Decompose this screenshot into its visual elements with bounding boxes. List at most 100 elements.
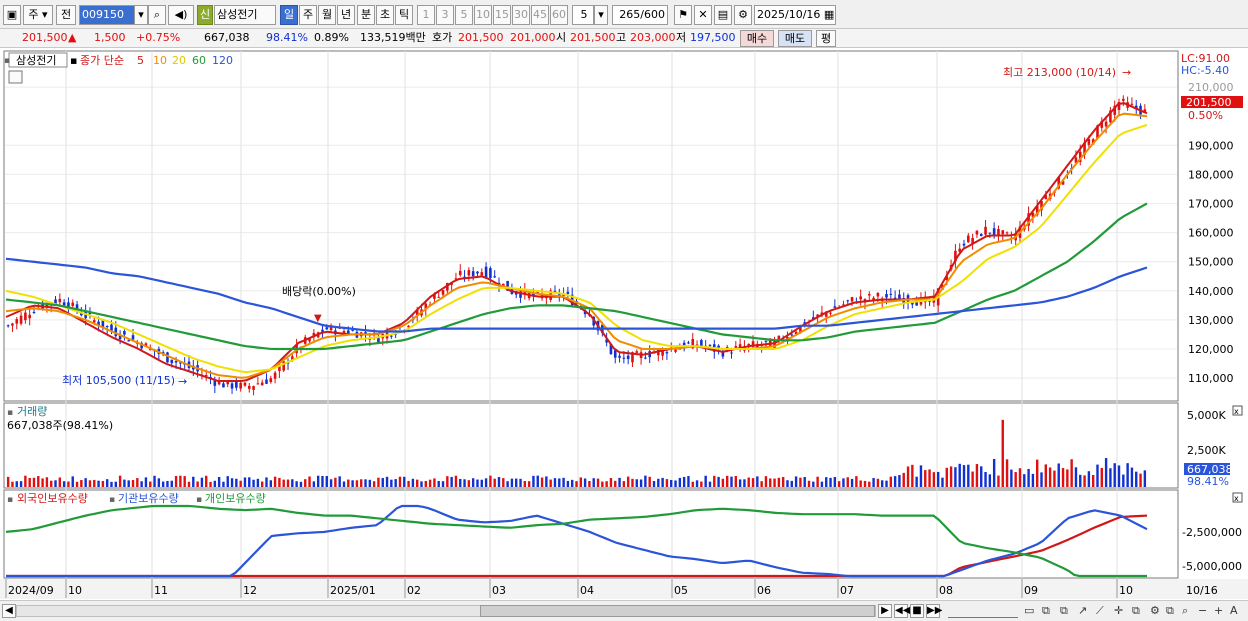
candle-body (622, 357, 626, 359)
volume-bar (975, 464, 979, 487)
volume-bar (394, 479, 397, 487)
volume-bar (941, 477, 944, 487)
window-icon-2[interactable]: ⧉ (1042, 604, 1050, 618)
window-icon-3[interactable]: ⧉ (1060, 604, 1068, 618)
zoom-in-icon[interactable]: + (1214, 604, 1223, 618)
minute-option-1[interactable]: 1 (417, 5, 435, 25)
sell-button[interactable]: 매도 (778, 30, 812, 47)
candle-body (889, 293, 893, 295)
x-axis-label: 02 (407, 584, 421, 597)
minute-option-30[interactable]: 30 (512, 5, 530, 25)
eval-button[interactable]: 평 (816, 30, 836, 47)
price-y-label: 150,000 (1188, 256, 1234, 269)
window-icon-1[interactable]: ▭ (1024, 604, 1034, 618)
volume-bar (721, 478, 725, 487)
interval-second[interactable]: 초 (376, 5, 394, 25)
save-icon[interactable]: ▤ (714, 5, 732, 25)
candle-body (265, 379, 268, 384)
fast-forward-icon[interactable]: ▶▶ (926, 604, 942, 618)
table-view-icon[interactable] (8, 70, 23, 84)
candle-body (967, 235, 970, 243)
count-input[interactable]: 5 (572, 5, 594, 25)
volume-bar (738, 479, 742, 487)
volume-bar (54, 480, 57, 487)
period-type-button[interactable]: 전 (56, 5, 76, 25)
candle-body (700, 340, 703, 346)
chart-area[interactable]: ▪ 삼성전기 ▪ 종가 단순 5 10 20 60 120 최고 213,000… (0, 48, 1248, 600)
bars-count[interactable]: 265/600 (612, 5, 668, 25)
sound-icon[interactable]: ◀) (168, 5, 194, 25)
volume-bar (820, 481, 824, 487)
volume-bar (558, 478, 561, 487)
code-dropdown-icon[interactable]: ▾ (134, 5, 148, 25)
interval-year[interactable]: 년 (337, 5, 355, 25)
volume-bar (174, 475, 178, 487)
chart-svg[interactable]: ▪ 삼성전기 ▪ 종가 단순 5 10 20 60 120 최고 213,000… (0, 48, 1248, 600)
stop-icon[interactable]: ■ (910, 604, 924, 618)
candle-body (11, 323, 14, 326)
volume-bar (781, 477, 785, 487)
search-icon[interactable]: ⌕ (148, 5, 166, 25)
dividend-annotation: 배당락(0.00%) (282, 285, 356, 298)
volume-bar (1023, 474, 1026, 487)
volume-bar (441, 481, 445, 487)
price-y-label: 160,000 (1188, 227, 1234, 240)
volume-bar (329, 479, 333, 487)
scroll-left-icon[interactable]: ◀ (2, 604, 16, 618)
rewind-icon[interactable]: ◀◀ (894, 604, 910, 618)
volume-bar (489, 475, 492, 487)
volume-bar (97, 480, 100, 487)
volume-bar (484, 478, 488, 487)
volume-bar (769, 478, 772, 487)
volume-bar (222, 481, 225, 487)
copy-icon[interactable]: ⧉ (1166, 604, 1174, 618)
font-size-icon[interactable]: A (1230, 604, 1238, 618)
minute-option-5[interactable]: 5 (455, 5, 473, 25)
volume-bar (136, 478, 139, 487)
volume-bar (334, 477, 337, 487)
zoom-slider[interactable] (948, 604, 1018, 618)
settings-small-icon[interactable]: ⚙ (1150, 604, 1160, 618)
date-input[interactable]: 2025/10/16 ▦ (754, 5, 836, 25)
count-dropdown-icon[interactable]: ▾ (594, 5, 608, 25)
layout-icon[interactable]: ▣ (3, 5, 21, 25)
interval-week[interactable]: 주 (299, 5, 317, 25)
volume-bar (695, 480, 699, 487)
interval-day[interactable]: 일 (280, 5, 298, 25)
minute-option-45[interactable]: 45 (531, 5, 549, 25)
candle-body (217, 382, 221, 385)
volume-bar (325, 476, 328, 487)
indicator-icon[interactable]: ⚑ (674, 5, 692, 25)
text-tool-icon[interactable]: ⧉ (1132, 604, 1140, 618)
minute-option-3[interactable]: 3 (436, 5, 454, 25)
volume-bar (196, 481, 199, 487)
scroll-thumb[interactable] (480, 605, 875, 617)
interval-tick[interactable]: 틱 (395, 5, 413, 25)
buy-button[interactable]: 매수 (740, 30, 774, 47)
gear-icon[interactable]: ⚙ (734, 5, 752, 25)
volume-bar (205, 475, 208, 487)
volume-bar (299, 481, 303, 487)
scroll-right-icon[interactable]: ▶ (878, 604, 892, 618)
interval-minute[interactable]: 분 (357, 5, 375, 25)
stock-name[interactable]: 삼성전기 (214, 5, 276, 25)
market-select[interactable]: 주 ▾ (23, 5, 53, 25)
draw-tool-icon[interactable]: ↗ (1078, 604, 1087, 618)
minute-option-60[interactable]: 60 (550, 5, 568, 25)
minute-option-15[interactable]: 15 (493, 5, 511, 25)
cross-tool-icon[interactable]: ✛ (1114, 604, 1123, 618)
volume-bar (747, 477, 750, 487)
volume-bar (631, 478, 634, 487)
ma-label: 종가 단순 (80, 54, 124, 67)
candle-body (256, 383, 260, 385)
volume-bar (902, 472, 905, 487)
minute-option-10[interactable]: 10 (474, 5, 492, 25)
zoom-search-icon[interactable]: ⌕ (1182, 604, 1188, 618)
stock-code-input[interactable]: 009150 (79, 5, 135, 25)
line-tool-icon[interactable]: ⟋ (1096, 604, 1104, 618)
interval-month[interactable]: 월 (318, 5, 336, 25)
zoom-out-icon[interactable]: − (1198, 604, 1207, 618)
candle-body (687, 342, 690, 344)
tools-icon[interactable]: ✕ (694, 5, 712, 25)
volume-bar (347, 479, 350, 487)
